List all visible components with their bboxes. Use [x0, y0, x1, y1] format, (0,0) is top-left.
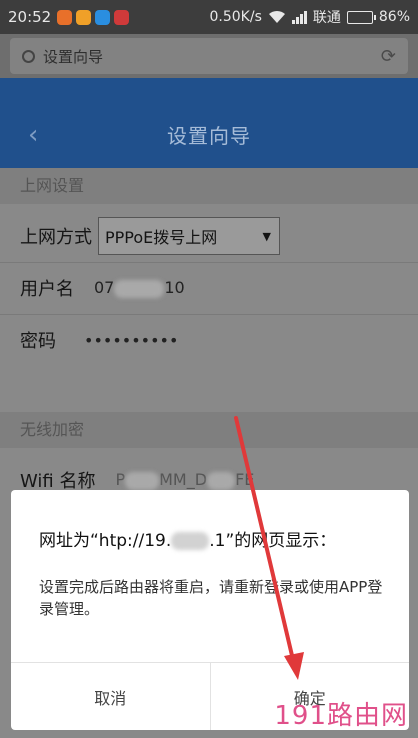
wifi-part-2: MM_D — [159, 470, 208, 490]
shield-app-icon — [76, 9, 92, 25]
connection-select[interactable]: PPPoE拨号上网 ▼ — [98, 217, 280, 255]
alert-dialog: 网址为“htp://19. .1”的网页显示： 设置完成后路由器将重启，请重新登录… — [11, 490, 409, 730]
password-row: 密码 •••••••••• — [20, 320, 178, 360]
username-label: 用户名 — [20, 279, 74, 300]
security-app-icon — [95, 9, 111, 25]
mail-app-icon — [114, 9, 130, 25]
signal-icon — [291, 10, 307, 24]
dialog-message: 设置完成后路由器将重启，请重新登录或使用APP登录管理。 — [39, 578, 383, 618]
connection-value: PPPoE拨号上网 — [105, 228, 218, 247]
username-row: 用户名 07 10 — [20, 268, 185, 308]
page-title: 设置向导 — [167, 124, 251, 148]
section-internet: 上网设置 — [0, 168, 418, 204]
wifi-part-3: FE — [235, 470, 255, 490]
redaction-blur — [125, 471, 160, 490]
cancel-button[interactable]: 取消 — [11, 663, 210, 730]
redaction-blur — [171, 532, 210, 550]
address-bar-title: 设置向导 — [43, 47, 104, 66]
page-header: ‹ 设置向导 — [0, 78, 418, 168]
globe-icon — [22, 49, 35, 63]
wifi-part-1: P — [115, 470, 126, 490]
carrier-name: 联通 — [312, 10, 341, 26]
divider — [0, 262, 418, 263]
dialog-title-prefix: 网址为“h — [39, 531, 110, 551]
address-bar[interactable]: 设置向导 ⟳ — [10, 38, 408, 74]
section-wireless: 无线加密 — [0, 412, 418, 448]
status-bar: 20:52 0.50K/s 联通 86% — [0, 0, 418, 34]
battery-icon — [346, 10, 376, 24]
browser-toolbar: 设置向导 ⟳ — [0, 34, 418, 78]
wifi-name-field[interactable]: P MM_D FE — [115, 470, 254, 490]
dialog-title: 网址为“htp://19. .1”的网页显示： — [39, 526, 336, 551]
dropdown-arrow-icon: ▼ — [262, 229, 271, 243]
status-time: 20:52 — [8, 8, 52, 26]
watermark: 191路由网 — [274, 701, 408, 731]
connection-row: 上网方式 PPPoE拨号上网 ▼ — [20, 216, 280, 256]
redaction-blur — [207, 471, 236, 490]
divider — [0, 314, 418, 315]
username-field[interactable]: 07 10 — [94, 278, 185, 298]
status-right: 0.50K/s 联通 86% — [210, 7, 411, 27]
battery-percent: 86% — [378, 9, 410, 25]
connection-label: 上网方式 — [20, 227, 92, 248]
wifi-icon — [268, 10, 285, 23]
dialog-title-mid1: tp://19. — [109, 531, 172, 551]
network-speed: 0.50K/s — [209, 9, 262, 25]
redaction-blur — [114, 279, 165, 298]
weibo-app-icon — [57, 9, 73, 25]
password-label: 密码 — [20, 331, 56, 352]
password-field[interactable]: •••••••••• — [84, 331, 178, 350]
dialog-title-mid2: .1”的网页显示： — [209, 531, 337, 551]
reload-icon[interactable]: ⟳ — [381, 46, 396, 67]
username-suffix: 10 — [164, 278, 185, 298]
username-prefix: 07 — [94, 278, 115, 298]
